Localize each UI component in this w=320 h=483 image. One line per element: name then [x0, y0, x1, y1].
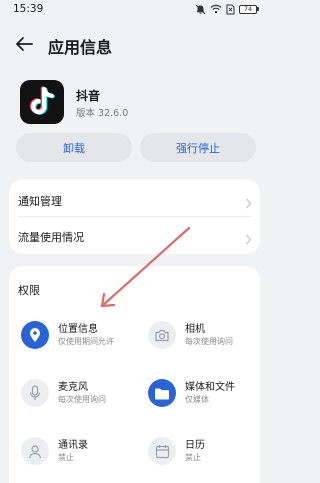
settings-row-label: 流量使用情况 — [18, 231, 84, 244]
permission-microphone[interactable]: 麦克风 每次使用询问 — [21, 375, 136, 411]
uninstall-button[interactable]: 卸载 — [16, 133, 132, 162]
app-version: 版本 32.6.0 — [76, 108, 129, 119]
settings-card: 通知管理 流量使用情况 — [9, 179, 260, 254]
no-sim-icon — [226, 4, 235, 15]
notification-management-row[interactable]: 通知管理 — [9, 181, 260, 218]
douyin-logo-icon — [20, 80, 64, 124]
page-title: 应用信息 — [48, 38, 113, 57]
permission-status: 禁止 — [185, 453, 201, 462]
microphone-icon — [21, 379, 49, 407]
permission-status: 禁止 — [58, 453, 74, 462]
permission-location[interactable]: 位置信息 仅使用期间允许 — [21, 317, 136, 353]
permissions-card: 权限 位置信息 仅使用期间允许 相机 每次使用询问 麦克风 每次使用询问 媒体和… — [9, 266, 260, 483]
permission-name: 相机 — [185, 324, 205, 335]
permission-name: 媒体和文件 — [185, 382, 235, 393]
force-stop-button[interactable]: 强行停止 — [140, 133, 256, 162]
header: 应用信息 — [0, 28, 269, 60]
app-name: 抖音 — [76, 89, 101, 103]
permission-status: 每次使用询问 — [185, 337, 233, 346]
permission-name: 日历 — [185, 440, 205, 451]
battery-icon: 74 — [239, 4, 259, 14]
permission-contacts[interactable]: 通讯录 禁止 — [21, 433, 136, 469]
back-arrow-icon[interactable] — [14, 34, 36, 54]
permission-name: 通讯录 — [58, 440, 88, 451]
mute-icon — [195, 4, 206, 15]
camera-icon — [148, 321, 176, 349]
chevron-right-icon — [245, 230, 252, 245]
status-time: 15:39 — [13, 3, 44, 15]
location-icon — [21, 321, 49, 349]
chevron-right-icon — [245, 194, 252, 209]
calendar-icon — [148, 437, 176, 465]
permissions-title: 权限 — [18, 284, 40, 297]
permission-media-files[interactable]: 媒体和文件 仅媒体 — [148, 375, 263, 411]
data-usage-row[interactable]: 流量使用情况 — [9, 217, 260, 254]
permission-name: 麦克风 — [58, 382, 88, 393]
battery-level: 74 — [239, 4, 257, 14]
contacts-icon — [21, 437, 49, 465]
permission-name: 位置信息 — [58, 324, 98, 335]
settings-row-label: 通知管理 — [18, 195, 62, 208]
permission-camera[interactable]: 相机 每次使用询问 — [148, 317, 263, 353]
status-bar: 15:39 74 — [0, 0, 269, 20]
status-icons: 74 — [195, 3, 259, 15]
permission-status: 仅使用期间允许 — [58, 337, 114, 346]
folder-icon — [148, 379, 176, 407]
permission-calendar[interactable]: 日历 禁止 — [148, 433, 263, 469]
app-info: 抖音 版本 32.6.0 — [20, 80, 250, 124]
permission-status: 仅媒体 — [185, 395, 209, 404]
permission-status: 每次使用询问 — [58, 395, 106, 404]
wifi-icon — [210, 4, 222, 14]
